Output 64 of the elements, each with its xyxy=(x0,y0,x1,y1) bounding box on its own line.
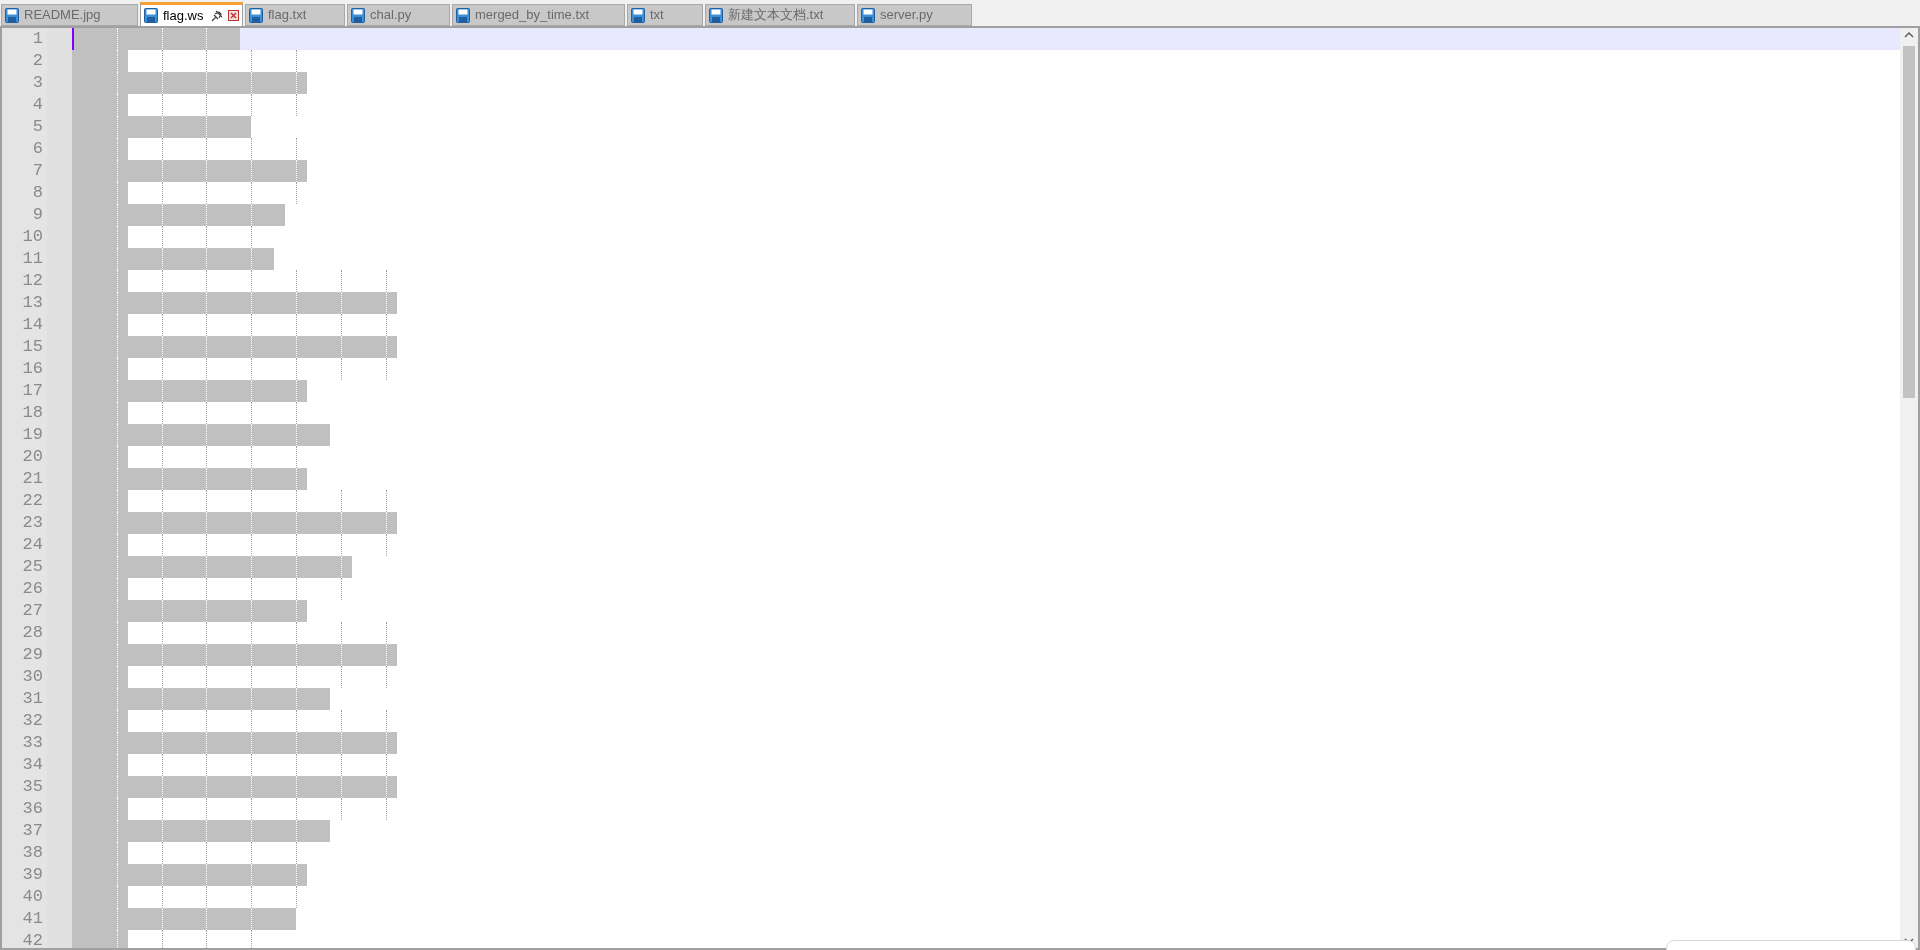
text-caret xyxy=(72,28,74,50)
line-number: 12 xyxy=(21,270,44,292)
file-tab[interactable]: txt xyxy=(627,4,703,26)
line-number: 11 xyxy=(21,248,44,270)
file-tab[interactable]: merged_by_time.txt xyxy=(452,4,625,26)
line-number: 3 xyxy=(31,72,44,94)
line-number: 6 xyxy=(31,138,44,160)
file-tab[interactable]: 新建文本文档.txt xyxy=(705,4,855,26)
pin-icon[interactable] xyxy=(211,9,223,22)
line-number: 22 xyxy=(21,490,44,512)
file-tab[interactable]: chal.py xyxy=(347,4,450,26)
line-number: 27 xyxy=(21,600,44,622)
line-number: 41 xyxy=(21,908,44,930)
line-number: 20 xyxy=(21,446,44,468)
line-number: 29 xyxy=(21,644,44,666)
file-tab[interactable]: flag.ws xyxy=(140,2,243,26)
line-number: 23 xyxy=(21,512,44,534)
line-number: 28 xyxy=(21,622,44,644)
line-number: 2 xyxy=(31,50,44,72)
line-number: 9 xyxy=(31,204,44,226)
tab-label: flag.ws xyxy=(163,6,204,25)
line-number: 17 xyxy=(21,380,44,402)
line-number: 39 xyxy=(21,864,44,886)
line-number: 19 xyxy=(21,424,44,446)
line-number: 7 xyxy=(31,160,44,182)
line-number: 25 xyxy=(21,556,44,578)
tab-label: README.jpg xyxy=(24,6,101,25)
line-number: 4 xyxy=(31,94,44,116)
tab-label: server.py xyxy=(880,6,933,25)
line-number: 21 xyxy=(21,468,44,490)
tab-label: flag.txt xyxy=(268,6,307,25)
line-number: 32 xyxy=(21,710,44,732)
tab-label: txt xyxy=(650,6,664,25)
line-number: 15 xyxy=(21,336,44,358)
line-number: 40 xyxy=(21,886,44,908)
line-number: 30 xyxy=(21,666,44,688)
tab-label: 新建文本文档.txt xyxy=(728,6,824,25)
line-number: 1 xyxy=(31,28,44,50)
line-number: 36 xyxy=(21,798,44,820)
line-number: 31 xyxy=(21,688,44,710)
line-number: 14 xyxy=(21,314,44,336)
scroll-up-icon[interactable] xyxy=(1904,32,1914,38)
line-number: 18 xyxy=(21,402,44,424)
line-number: 34 xyxy=(21,754,44,776)
line-number: 16 xyxy=(21,358,44,380)
file-tab[interactable]: server.py xyxy=(857,4,972,26)
file-tab[interactable]: flag.txt xyxy=(245,4,345,26)
line-number: 37 xyxy=(21,820,44,842)
line-number: 35 xyxy=(21,776,44,798)
line-number: 33 xyxy=(21,732,44,754)
line-number: 42 xyxy=(21,930,44,950)
scrollbar-thumb[interactable] xyxy=(1903,46,1915,398)
file-tab[interactable]: README.jpg xyxy=(1,4,138,26)
line-number: 24 xyxy=(21,534,44,556)
tab-label: chal.py xyxy=(370,6,412,25)
line-number: 10 xyxy=(21,226,44,248)
tab-label: merged_by_time.txt xyxy=(475,6,590,25)
line-number: 8 xyxy=(31,182,44,204)
line-number: 38 xyxy=(21,842,44,864)
close-icon[interactable] xyxy=(228,10,239,21)
line-number: 5 xyxy=(31,116,44,138)
scrollbar[interactable] xyxy=(1900,28,1918,948)
line-number: 13 xyxy=(21,292,44,314)
line-number: 26 xyxy=(21,578,44,600)
